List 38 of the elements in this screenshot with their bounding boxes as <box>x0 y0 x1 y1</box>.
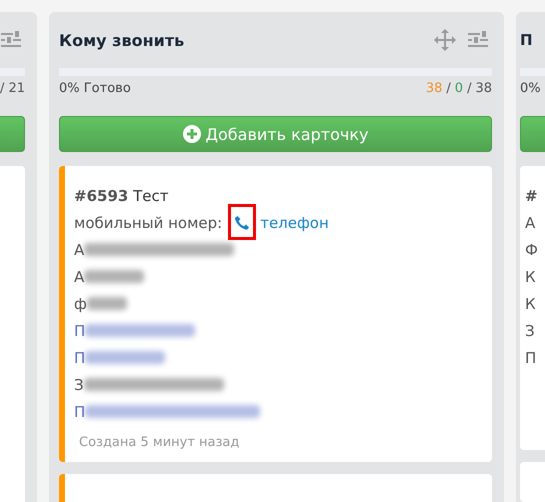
field-value: З <box>525 322 535 340</box>
phone-label: мобильный номер: <box>74 214 222 232</box>
field-value: А <box>74 240 84 258</box>
field-value: П <box>74 348 86 366</box>
field-value: ф <box>74 294 87 312</box>
card-count: / <box>446 80 451 96</box>
phone-icon <box>234 214 250 230</box>
progress-label: 0% <box>520 80 541 96</box>
column-title: Кому звонить <box>59 30 184 50</box>
card-count: 0 <box>454 80 464 96</box>
move-icon[interactable] <box>434 29 456 51</box>
field-value: А <box>74 268 84 286</box>
phone-link[interactable]: телефон <box>260 214 329 232</box>
created-time: Создана 5 минут назад <box>79 435 240 450</box>
field-value: К <box>525 294 536 312</box>
field-value: К <box>525 268 536 286</box>
card-count: 38 <box>426 80 442 96</box>
field-value: З <box>74 376 84 394</box>
filter-settings-icon[interactable] <box>1 31 21 49</box>
column-title: П <box>520 31 533 49</box>
field-value: Ф <box>525 240 538 258</box>
blurred-text <box>86 297 127 310</box>
task-card[interactable] <box>59 474 492 502</box>
field-value: П <box>525 348 536 366</box>
card-count: 38 <box>475 80 492 96</box>
card-title: #6593 Тест <box>74 186 168 204</box>
task-card[interactable]: #6593 Тест мобильный номер: телефон А А ф П П З П Создана 5 минут назад <box>59 166 492 462</box>
plus-circle-icon <box>182 125 201 143</box>
progress-label: 0% Готово <box>59 80 131 96</box>
field-value: П <box>74 402 86 420</box>
field-value: П <box>74 322 86 340</box>
card-count: / 21 <box>0 80 25 96</box>
card-title: # <box>525 186 538 204</box>
field-value: А <box>525 214 536 232</box>
task-card[interactable]: # А Ф К К З П <box>520 166 545 450</box>
filter-settings-icon[interactable] <box>468 31 488 49</box>
card-count: / <box>467 80 472 96</box>
blurred-text <box>84 270 144 283</box>
